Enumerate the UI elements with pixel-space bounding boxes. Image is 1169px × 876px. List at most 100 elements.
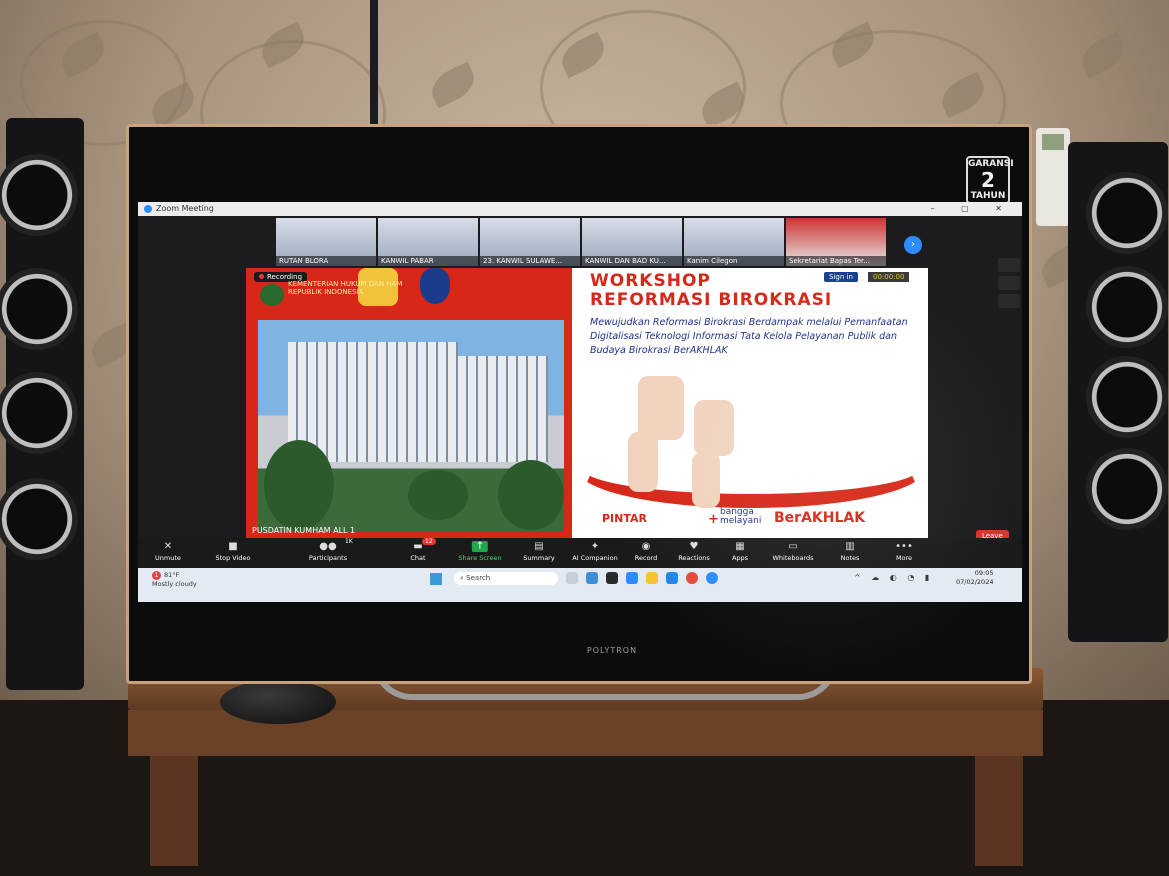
share-screen-icon: ↑ [471, 541, 489, 552]
participant-name: KANWIL PABAR [378, 256, 478, 266]
app-icon[interactable] [606, 572, 618, 584]
workshop-title: WORKSHOP REFORMASI BIROKRASI [590, 272, 832, 310]
whiteboard-icon: ▭ [788, 541, 798, 552]
summary-label: Summary [523, 554, 555, 562]
tagline-berakhlak: BerAKHLAK [774, 510, 866, 526]
taskbar-clock[interactable]: 09:05 07/02/2024 [956, 569, 993, 587]
speaker-caption: PUSDATIN KUMHAM ALL 1 [252, 526, 356, 535]
zoom-app-icon[interactable] [626, 572, 638, 584]
participant-tile[interactable]: RUTAN BLORA [276, 218, 376, 266]
speaker-driver [0, 372, 78, 454]
notes-button[interactable]: ▥ Notes [826, 538, 874, 568]
whiteboards-button[interactable]: ▭ Whiteboards [760, 538, 826, 568]
speaker-driver [1086, 172, 1168, 254]
ministry-name: KEMENTERIAN HUKUM DAN HAM REPUBLIK INDON… [288, 280, 403, 296]
table-leg [975, 756, 1023, 866]
participants-label: Participants [308, 554, 348, 562]
side-tool-icon[interactable] [998, 294, 1020, 308]
speaker-driver [1086, 448, 1168, 530]
speaker-driver [0, 268, 78, 350]
whiteboards-label: Whiteboards [772, 554, 814, 562]
windows-taskbar: 1 81°F Mostly cloudy ⌕ Search ^ ☁ ◐ ◔ ▮ 0… [138, 568, 1022, 602]
side-tool-icon[interactable] [998, 276, 1020, 290]
participant-tile[interactable]: Sekretariat Bapas Ter... [786, 218, 886, 266]
apps-button[interactable]: ▦ Apps [720, 538, 760, 568]
search-placeholder: Search [466, 574, 491, 582]
task-view-icon[interactable] [566, 572, 578, 584]
weather-temp: 81°F [164, 571, 180, 579]
tagline-pintar: PINTAR [602, 512, 647, 525]
meeting-toolbar: ✕ Unmute ■ Stop Video ●● 1K Participants ▬ 12… [138, 538, 1022, 568]
session-timer: 00:00:00 [868, 272, 910, 282]
weather-desc: Mostly cloudy [152, 580, 197, 588]
chat-button[interactable]: ▬ 12 Chat [388, 538, 448, 568]
participant-name: Sekretariat Bapas Ter... [786, 256, 886, 266]
warranty-sticker: GARANSI 2 TAHUN [966, 156, 1014, 204]
sparkle-icon: ✦ [590, 541, 600, 552]
ai-companion-label: AI Companion [572, 554, 618, 562]
ministry-logo-icon [260, 284, 284, 306]
window-controls[interactable]: – ▢ ✕ [931, 202, 1014, 216]
notes-label: Notes [840, 554, 860, 562]
participants-count: 1K [345, 538, 353, 545]
participant-name: KANWIL DAN BAD KU... [582, 256, 682, 266]
left-speaker [0, 118, 84, 690]
muted-mic-icon: ✕ [163, 541, 173, 552]
windows-start-icon[interactable] [430, 573, 442, 585]
summary-button[interactable]: ▤ Summary [512, 538, 566, 568]
participant-tile[interactable]: Kanim Cilegon [684, 218, 784, 266]
more-button[interactable]: ••• More [874, 538, 934, 568]
next-page-arrow-icon[interactable]: › [904, 236, 922, 254]
apps-grid-icon: ▦ [735, 541, 745, 552]
speaker-driver [1086, 356, 1168, 438]
record-button[interactable]: ◉ Record [624, 538, 668, 568]
power-cable [370, 0, 378, 130]
edge-browser-icon[interactable] [666, 572, 678, 584]
ac-remote-holder [1036, 128, 1070, 226]
raised-fist-icon [638, 376, 684, 440]
record-dot-icon [259, 274, 264, 279]
table-leg [150, 756, 198, 866]
system-tray[interactable]: ^ ☁ ◐ ◔ ▮ [854, 573, 933, 582]
chrome-browser-icon[interactable] [686, 572, 698, 584]
warranty-number: 2 [981, 168, 995, 192]
zoom-logo-icon [144, 204, 152, 213]
share-screen-button[interactable]: ↑ Share Screen [448, 538, 512, 568]
reactions-button[interactable]: ♥ Reactions [668, 538, 720, 568]
arm-graphic [628, 432, 658, 492]
tagline-bangga-melayani: bangga melayani [720, 508, 761, 526]
tree [264, 440, 334, 530]
zoom-meeting-icon[interactable] [706, 572, 718, 584]
stop-video-button[interactable]: ■ Stop Video [198, 538, 268, 568]
record-icon: ◉ [641, 541, 651, 552]
participant-strip: RUTAN BLORA KANWIL PABAR 23. KANWIL SULA… [276, 218, 886, 266]
right-speaker [1068, 142, 1168, 642]
window-titlebar: Zoom Meeting – ▢ ✕ [138, 202, 1022, 216]
participant-tile[interactable]: 23. KANWIL SULAWE... [480, 218, 580, 266]
wallpaper-leaf [1075, 31, 1131, 79]
building-wing [458, 356, 548, 462]
share-screen-label: Share Screen [458, 554, 502, 562]
file-explorer-icon[interactable] [646, 572, 658, 584]
title-line-2: REFORMASI BIROKRASI [590, 290, 833, 310]
shared-slide: Recording KEMENTERIAN HUKUM DAN HAM REPU… [246, 268, 928, 538]
weather-widget[interactable]: 1 81°F Mostly cloudy [152, 571, 197, 589]
app-icon[interactable] [586, 572, 598, 584]
weather-badge: 1 [152, 571, 161, 580]
notes-icon: ▥ [845, 541, 855, 552]
participants-button[interactable]: ●● 1K Participants [268, 538, 388, 568]
stop-video-label: Stop Video [215, 554, 251, 562]
clock-time: 09:05 [974, 569, 994, 577]
zoom-window: Zoom Meeting – ▢ ✕ RUTAN BLORA KANWIL PA… [138, 202, 1022, 602]
slide-left-panel: Recording KEMENTERIAN HUKUM DAN HAM REPU… [246, 268, 572, 538]
ai-companion-button[interactable]: ✦ AI Companion [566, 538, 624, 568]
unmute-button[interactable]: ✕ Unmute [138, 538, 198, 568]
side-tool-icon[interactable] [998, 258, 1020, 272]
participant-tile[interactable]: KANWIL DAN BAD KU... [582, 218, 682, 266]
taskbar-search[interactable]: ⌕ Search [454, 572, 558, 585]
video-camera-icon: ■ [228, 541, 238, 552]
record-label: Record [634, 554, 658, 562]
participant-tile[interactable]: KANWIL PABAR [378, 218, 478, 266]
chat-badge: 12 [422, 538, 436, 545]
plus-icon: + [708, 512, 719, 527]
